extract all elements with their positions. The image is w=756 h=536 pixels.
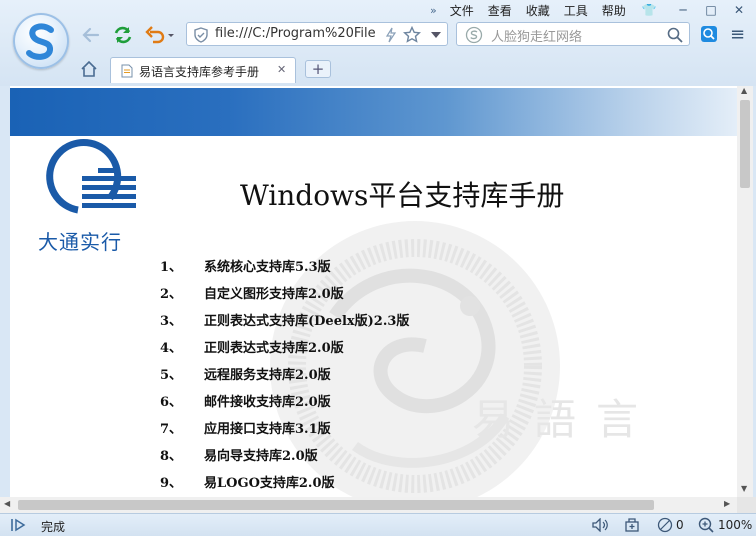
close-window-button[interactable]: ✕ [726, 1, 752, 19]
screenshot-icon[interactable] [624, 517, 640, 533]
page-title: Windows平台支持库手册 [240, 179, 565, 212]
scroll-right-icon[interactable]: ▶ [724, 499, 730, 508]
company-logo: 大通实行 [38, 138, 138, 254]
menu-item-help[interactable]: 帮助 [595, 2, 633, 19]
sidebar-toggle-icon[interactable] [10, 518, 26, 532]
company-logo-icon [46, 138, 136, 214]
undo-button[interactable] [144, 24, 176, 46]
toc-item-link[interactable]: 易LOGO支持库2.0版 [204, 472, 335, 491]
toc-item-number: 7、 [160, 422, 183, 437]
menu-bar: » 文件 查看 收藏 工具 帮助 [430, 2, 633, 18]
undo-icon [145, 26, 174, 44]
refresh-icon [114, 26, 132, 44]
translate-icon[interactable] [700, 25, 718, 43]
shield-icon [194, 27, 208, 43]
toc-item-number: 1、 [160, 260, 183, 275]
tab-close-icon[interactable]: ✕ [277, 63, 286, 76]
page-content: 易語言 大通实行 Windows平台支持库手册 1、 系统核心支持库5.3版 2… [10, 86, 737, 497]
browser-logo-icon[interactable] [13, 13, 69, 69]
toc-item-number: 3、 [160, 314, 183, 329]
search-input[interactable]: 人脸狗走红网络 [491, 26, 582, 45]
ad-block-count: 0 [676, 518, 684, 532]
toc-item-number: 8、 [160, 449, 183, 464]
browser-chrome: » 文件 查看 收藏 工具 帮助 👕 ─ □ ✕ file:///C:/Prog… [0, 0, 756, 86]
horizontal-scroll-thumb[interactable] [18, 500, 654, 510]
refresh-button[interactable] [112, 24, 134, 46]
maximize-button[interactable]: □ [698, 1, 724, 19]
zoom-icon[interactable] [698, 517, 714, 533]
toc-item-number: 6、 [160, 395, 183, 410]
new-tab-button[interactable]: + [305, 60, 331, 78]
watermark-text: 易語言 [472, 395, 659, 444]
address-url[interactable]: file:///C:/Program%20File [215, 26, 383, 41]
scrollbar-corner [737, 497, 756, 513]
toc-item-link[interactable]: 邮件接收支持库2.0版 [204, 391, 331, 410]
header-banner [10, 88, 737, 136]
star-icon[interactable] [403, 26, 421, 44]
home-icon[interactable] [80, 60, 98, 78]
menu-item-tools[interactable]: 工具 [557, 2, 595, 19]
lightning-icon[interactable] [385, 27, 397, 43]
toc-item-link[interactable]: 自定义图形支持库2.0版 [204, 283, 344, 302]
toc-item-link[interactable]: 应用接口支持库3.1版 [204, 418, 331, 437]
address-bar[interactable]: file:///C:/Program%20File [186, 22, 448, 46]
search-icon[interactable] [667, 27, 683, 43]
toc-item-link[interactable]: 正则表达式支持库(Deelx版)2.3版 [204, 310, 409, 329]
page-icon [121, 64, 133, 78]
tab-title: 易语言支持库参考手册 [139, 65, 260, 79]
speaker-icon[interactable] [592, 518, 610, 532]
toc-item-number: 5、 [160, 368, 183, 383]
scroll-up-icon[interactable]: ▲ [741, 86, 747, 95]
status-text: 完成 [41, 520, 66, 534]
toc-item-link[interactable]: 系统核心支持库5.3版 [204, 256, 331, 275]
toc-item-link[interactable]: 正则表达式支持库2.0版 [204, 337, 344, 356]
company-logo-text: 大通实行 [38, 230, 122, 254]
back-button[interactable] [80, 24, 102, 46]
status-bar: 完成 0 100% [0, 513, 756, 536]
minimize-button[interactable]: ─ [670, 1, 696, 19]
menu-item-file[interactable]: 文件 [443, 2, 481, 19]
zoom-level[interactable]: 100% [718, 518, 752, 532]
toc-item-number: 2、 [160, 287, 183, 302]
toc-item-link[interactable]: 易向导支持库2.0版 [204, 445, 318, 464]
toc-item-number: 9、 [160, 476, 183, 491]
skin-icon[interactable]: 👕 [636, 1, 662, 19]
sogou-search-icon[interactable] [465, 26, 483, 44]
search-bar[interactable]: 人脸狗走红网络 [456, 22, 690, 46]
toc-item-number: 4、 [160, 341, 183, 356]
toc-item-link[interactable]: 远程服务支持库2.0版 [204, 364, 331, 383]
tab-active[interactable]: 易语言支持库参考手册 ✕ [110, 57, 296, 83]
ad-block-icon[interactable] [657, 517, 673, 533]
menu-more-icon[interactable]: » [430, 4, 443, 17]
back-arrow-icon [82, 27, 100, 43]
horizontal-scrollbar[interactable]: ◀ ▶ [0, 497, 737, 513]
chevron-down-icon[interactable] [431, 32, 441, 38]
scroll-down-icon[interactable]: ▼ [741, 484, 747, 493]
scroll-left-icon[interactable]: ◀ [4, 499, 10, 508]
menu-item-favorites[interactable]: 收藏 [519, 2, 557, 19]
vertical-scroll-thumb[interactable] [740, 100, 750, 188]
vertical-scrollbar[interactable]: ▲ ▼ [737, 86, 753, 497]
more-menu-icon[interactable]: ≡ [730, 24, 745, 45]
menu-item-view[interactable]: 查看 [481, 2, 519, 19]
